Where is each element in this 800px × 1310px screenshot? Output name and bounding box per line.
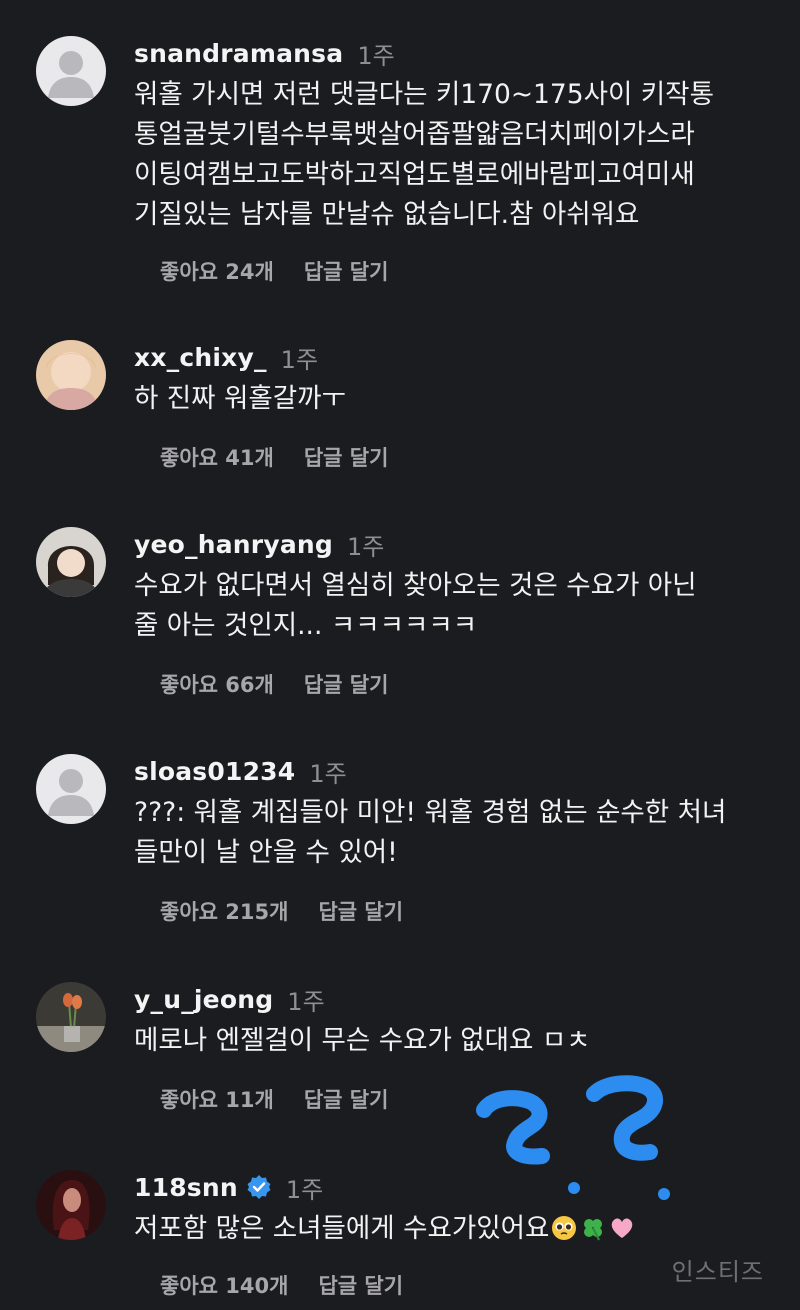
timestamp: 1주: [287, 987, 325, 1016]
pleading-face-icon: [550, 1214, 578, 1242]
question-marks-doodle-icon: [476, 1075, 670, 1200]
reply-button[interactable]: 답글 달기: [304, 256, 389, 286]
reply-button[interactable]: 답글 달기: [304, 1084, 389, 1114]
username[interactable]: y_u_jeong: [134, 985, 273, 1014]
comment-actions: 좋아요 140개 답글 달기: [160, 1270, 403, 1300]
verified-badge-icon: [246, 1174, 272, 1200]
reply-button[interactable]: 답글 달기: [318, 896, 403, 926]
comment-actions: 좋아요 11개 답글 달기: [160, 1084, 388, 1114]
user-avatar[interactable]: [36, 527, 106, 597]
comment-text: 하 진짜 워홀갈까ㅜ: [134, 383, 346, 414]
default-avatar[interactable]: [36, 36, 106, 106]
four-leaf-clover-icon: [579, 1214, 607, 1242]
comment-text-content: 저포함 많은 소녀들에게 수요가있어요: [134, 1213, 550, 1244]
like-count[interactable]: 좋아요 140개: [160, 1270, 288, 1300]
timestamp: 1주: [285, 1175, 324, 1204]
comment-text: 저포함 많은 소녀들에게 수요가있어요: [134, 1209, 774, 1249]
timestamp: 1주: [309, 759, 347, 788]
user-avatar[interactable]: [36, 982, 106, 1052]
comment-actions: 좋아요 66개 답글 달기: [160, 669, 388, 699]
like-count[interactable]: 좋아요 215개: [160, 896, 288, 926]
like-count[interactable]: 좋아요 11개: [160, 1084, 274, 1114]
username[interactable]: sloas01234: [134, 757, 295, 786]
username[interactable]: xx_chixy_: [134, 343, 267, 372]
username[interactable]: snandramansa: [134, 39, 343, 68]
timestamp: 1주: [280, 345, 319, 374]
timestamp: 1주: [357, 41, 395, 70]
user-avatar[interactable]: [36, 1170, 106, 1240]
comment-actions: 좋아요 24개 답글 달기: [160, 256, 388, 286]
reply-button[interactable]: 답글 달기: [318, 1270, 403, 1300]
username[interactable]: yeo_hanryang: [134, 530, 333, 559]
comment-text: 메로나 엔젤걸이 무슨 수요가 없대요 ㅁㅊ: [134, 1025, 591, 1056]
comment-text: 워홀 가시면 저런 댓글다는 키170~175사이 키작통 통얼굴붓기털수부룩뱃…: [134, 79, 714, 230]
like-count[interactable]: 좋아요 41개: [160, 442, 274, 472]
like-count[interactable]: 좋아요 66개: [160, 669, 274, 699]
reply-button[interactable]: 답글 달기: [304, 669, 389, 699]
username[interactable]: 118snn: [134, 1173, 238, 1202]
reply-button[interactable]: 답글 달기: [304, 442, 389, 472]
watermark: 인스티즈: [671, 1258, 764, 1286]
comment-text: ???: 워홀 계집들아 미안! 워홀 경험 없는 순수한 처녀 들만이 날 안…: [134, 797, 727, 868]
default-avatar[interactable]: [36, 754, 106, 824]
comment-actions: 좋아요 41개 답글 달기: [160, 442, 388, 472]
comment-text: 수요가 없다면서 열심히 찾아오는 것은 수요가 아닌 줄 아는 것인지... …: [134, 570, 697, 641]
pink-heart-icon: [608, 1214, 636, 1242]
like-count[interactable]: 좋아요 24개: [160, 256, 274, 286]
user-avatar[interactable]: [36, 340, 106, 410]
comments-page: snandramansa 1주 워홀 가시면 저런 댓글다는 키170~175사…: [0, 0, 800, 1310]
comment-actions: 좋아요 215개 답글 달기: [160, 896, 403, 926]
timestamp: 1주: [346, 532, 385, 561]
